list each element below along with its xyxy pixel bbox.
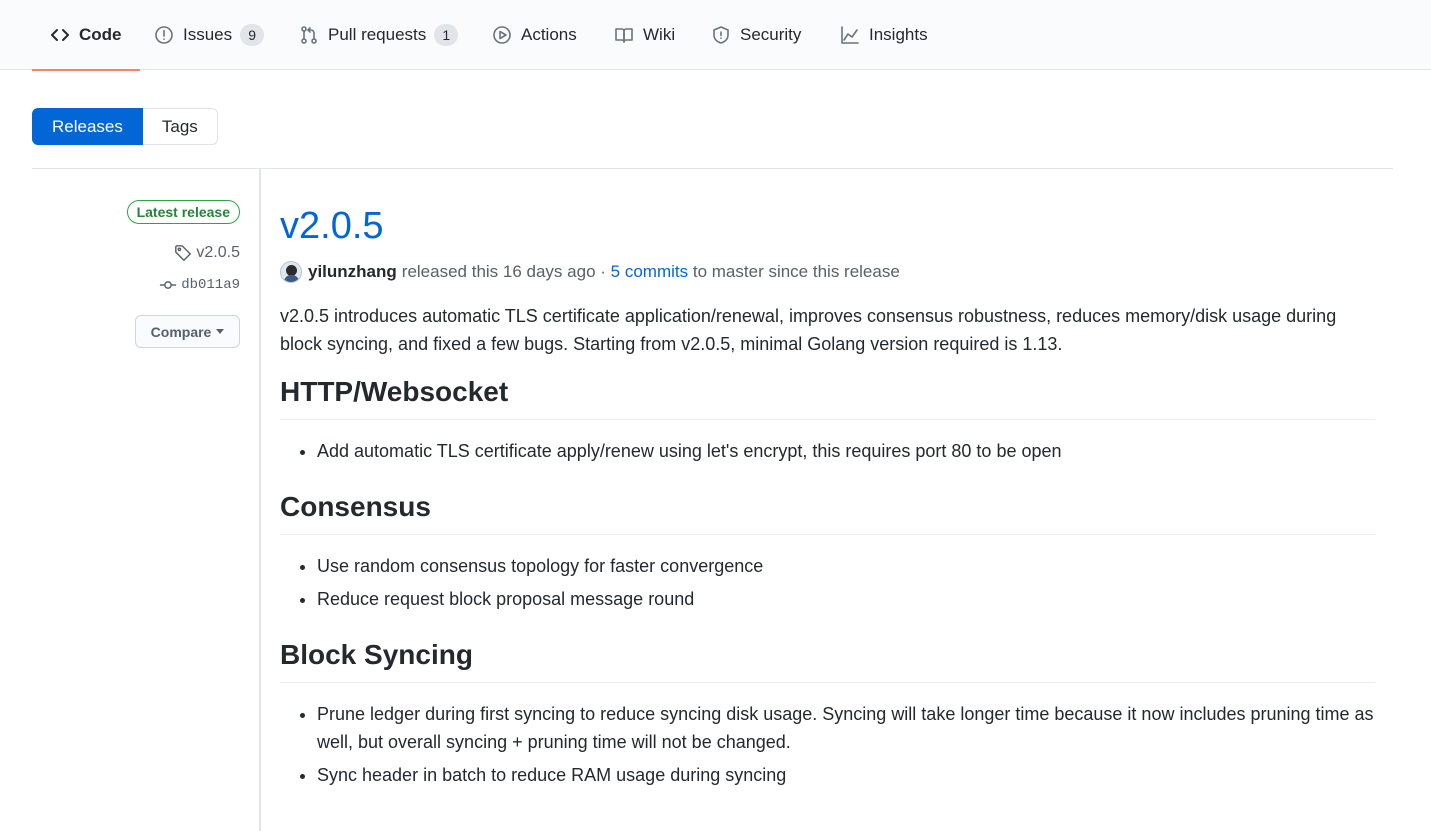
issue-icon [154, 25, 174, 45]
release-commit[interactable]: db011a9 [159, 276, 240, 294]
release-commit-label: db011a9 [181, 277, 240, 293]
section-heading: Consensus [280, 489, 1375, 535]
code-icon [50, 25, 70, 45]
compare-label: Compare [150, 323, 212, 340]
list-item: Add automatic TLS certificate apply/rene… [317, 437, 1375, 465]
tab-insights[interactable]: Insights [840, 0, 928, 70]
latest-release-badge: Latest release [126, 200, 240, 224]
tab-actions-label: Actions [521, 25, 577, 44]
list-item: Reduce request block proposal message ro… [317, 585, 1375, 613]
list-item: Use random consensus topology for faster… [317, 552, 1375, 580]
tab-security-label: Security [740, 25, 802, 44]
commits-link[interactable]: 5 commits [611, 262, 688, 282]
tab-issues-label: Issues [183, 25, 233, 44]
tab-actions[interactable]: Actions [492, 0, 577, 70]
release-byline: yilunzhang released this 16 days ago · 5… [280, 257, 1375, 287]
timeline-line [259, 169, 261, 831]
release-tag-label: v2.0.5 [196, 244, 240, 261]
release-notes: v2.0.5 introduces automatic TLS certific… [280, 302, 1375, 789]
list-item: Prune ledger during first syncing to red… [317, 700, 1375, 756]
book-icon [614, 25, 634, 45]
section-list: Use random consensus topology for faster… [280, 552, 1375, 613]
tab-pull-requests-label: Pull requests [328, 25, 427, 44]
tab-pull-requests[interactable]: Pull requests 1 [299, 0, 459, 70]
release-intro: v2.0.5 introduces automatic TLS certific… [280, 306, 1337, 354]
avatar[interactable] [280, 261, 302, 283]
section-heading: Block Syncing [280, 637, 1375, 683]
divider [32, 168, 1393, 169]
play-icon [492, 25, 512, 45]
pull-request-icon [299, 25, 319, 45]
section-list: Prune ledger during first syncing to red… [280, 700, 1375, 789]
section-list: Add automatic TLS certificate apply/rene… [280, 437, 1375, 465]
author-link[interactable]: yilunzhang [308, 262, 397, 282]
caret-down-icon [216, 329, 225, 334]
tab-insights-label: Insights [869, 25, 928, 44]
released-text: released this 16 days ago [401, 262, 596, 281]
release-tag[interactable]: v2.0.5 [174, 244, 240, 262]
tags-button[interactable]: Tags [142, 108, 218, 145]
section-heading: HTTP/Websocket [280, 374, 1375, 420]
list-item: Sync header in batch to reduce RAM usage… [317, 761, 1375, 789]
releases-button[interactable]: Releases [32, 108, 143, 145]
commit-icon [160, 281, 177, 289]
shield-icon [711, 25, 731, 45]
releases-tags-switch: Releases Tags [32, 108, 218, 145]
release-body: v2.0.5 yilunzhang released this 16 days … [280, 195, 1375, 813]
pull-requests-count: 1 [434, 24, 459, 46]
tab-security[interactable]: Security [711, 0, 801, 70]
issues-count: 9 [240, 24, 265, 46]
tab-issues[interactable]: Issues 9 [154, 0, 265, 70]
graph-icon [840, 25, 860, 45]
tab-code-label: Code [79, 25, 122, 44]
release-title[interactable]: v2.0.5 [280, 195, 1375, 257]
tab-wiki[interactable]: Wiki [614, 0, 675, 70]
compare-button[interactable]: Compare [135, 315, 240, 348]
tag-icon [175, 245, 192, 262]
commits-suffix: to master since this release [692, 262, 900, 281]
repo-nav: Code Issues 9 Pull requests 1 Actions Wi… [0, 0, 1431, 71]
tab-wiki-label: Wiki [643, 25, 676, 44]
tab-code[interactable]: Code [32, 0, 139, 71]
